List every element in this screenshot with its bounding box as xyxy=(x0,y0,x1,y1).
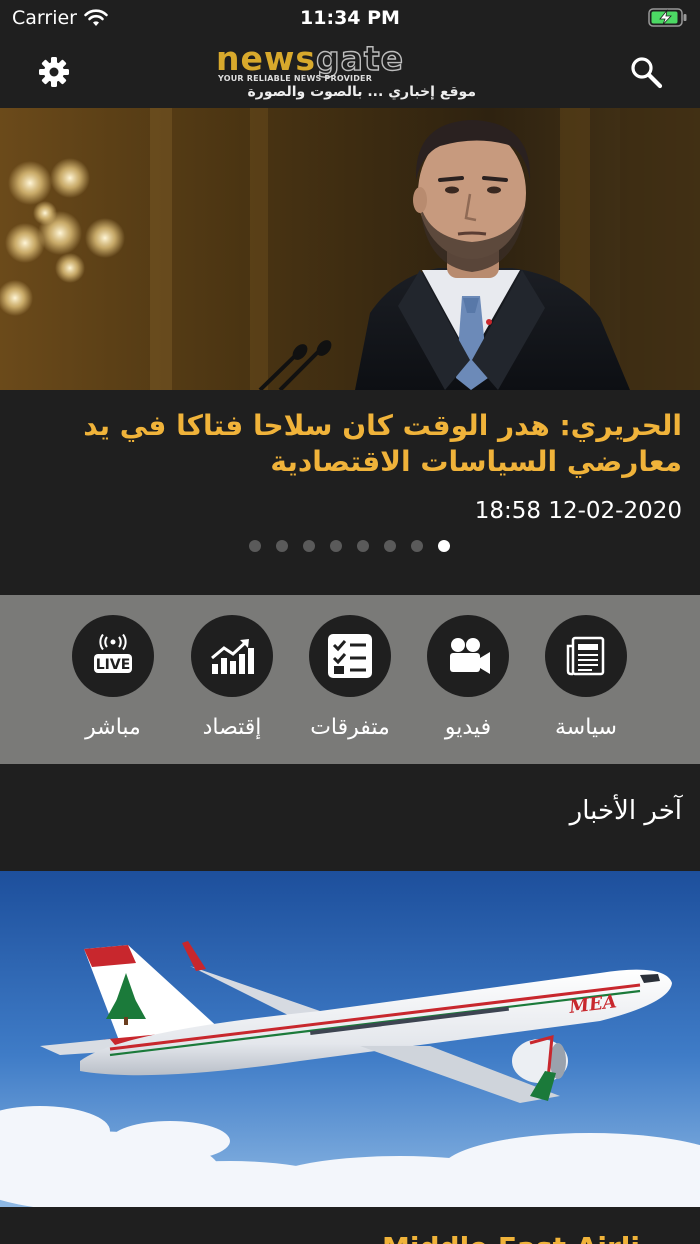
news-item-image[interactable]: MEA xyxy=(0,871,700,1207)
live-icon: LIVE xyxy=(94,634,132,673)
status-bar: Carrier 11:34 PM xyxy=(0,0,700,36)
slider-page-indicator[interactable] xyxy=(249,540,450,552)
page-dot[interactable] xyxy=(411,540,423,552)
category-economy-label: إقتصاد xyxy=(202,715,262,740)
hero-date: 18:58 12-02-2020 xyxy=(474,498,682,524)
search-icon[interactable] xyxy=(628,54,664,90)
category-misc-label: متفرقات xyxy=(310,715,390,740)
page-dot[interactable] xyxy=(249,540,261,552)
category-misc-button[interactable] xyxy=(309,615,391,697)
newsgate-logo[interactable]: news gate YOUR RELIABLE NEWS PROVIDER مو… xyxy=(216,39,490,100)
category-video-button[interactable] xyxy=(427,615,509,697)
category-economy[interactable]: إقتصاد xyxy=(167,615,297,740)
page-dot[interactable] xyxy=(438,540,450,552)
hero-headline[interactable]: الحريري: هدر الوقت كان سلاحا فتاكا في يد… xyxy=(18,408,682,480)
category-live-button[interactable]: LIVE xyxy=(72,615,154,697)
category-video-label: فيديو xyxy=(444,715,492,740)
category-misc[interactable]: متفرقات xyxy=(285,615,415,740)
logo-tagline: YOUR RELIABLE NEWS PROVIDER xyxy=(218,74,373,83)
category-economy-button[interactable] xyxy=(191,615,273,697)
page-dot[interactable] xyxy=(276,540,288,552)
hero-slide-info[interactable]: الحريري: هدر الوقت كان سلاحا فتاكا في يد… xyxy=(0,390,700,595)
logo-wordmark: news gate xyxy=(216,39,405,78)
page-dot[interactable] xyxy=(330,540,342,552)
latest-news-title: آخر الأخبار xyxy=(569,796,682,826)
page-dot[interactable] xyxy=(384,540,396,552)
news-item-title[interactable]: Middle East Airli xyxy=(382,1231,640,1244)
status-time: 11:34 PM xyxy=(300,7,400,29)
navbar: news gate YOUR RELIABLE NEWS PROVIDER مو… xyxy=(0,36,700,108)
battery-charging-icon xyxy=(648,8,687,27)
video-camera-icon xyxy=(450,638,490,674)
chart-icon xyxy=(211,639,254,674)
hero-slide-image[interactable] xyxy=(0,108,700,390)
logo-news: news xyxy=(216,39,317,78)
settings-gear-icon[interactable] xyxy=(36,54,72,90)
page-dot[interactable] xyxy=(303,540,315,552)
checklist-icon xyxy=(328,634,372,678)
category-live-label: مباشر xyxy=(85,715,141,740)
news-item-caption-bar[interactable]: Middle East Airli xyxy=(0,1207,700,1244)
logo-arabic-tagline: موقع إخباري ... بالصوت والصورة xyxy=(247,84,476,100)
category-video[interactable]: فيديو xyxy=(403,615,533,740)
category-politics-button[interactable] xyxy=(545,615,627,697)
latest-news-section: آخر الأخبار xyxy=(0,764,700,871)
svg-text:LIVE: LIVE xyxy=(96,657,131,673)
newspaper-icon xyxy=(566,636,605,676)
category-politics-label: سياسة xyxy=(554,715,617,740)
category-politics[interactable]: سياسة xyxy=(521,615,651,740)
page-dot[interactable] xyxy=(357,540,369,552)
category-live[interactable]: LIVE مباشر xyxy=(48,615,178,740)
logo-gate: gate xyxy=(315,39,405,78)
category-bar: سياسة فيديو متفرقات إقتصاد LIVE مباشر xyxy=(0,595,700,764)
